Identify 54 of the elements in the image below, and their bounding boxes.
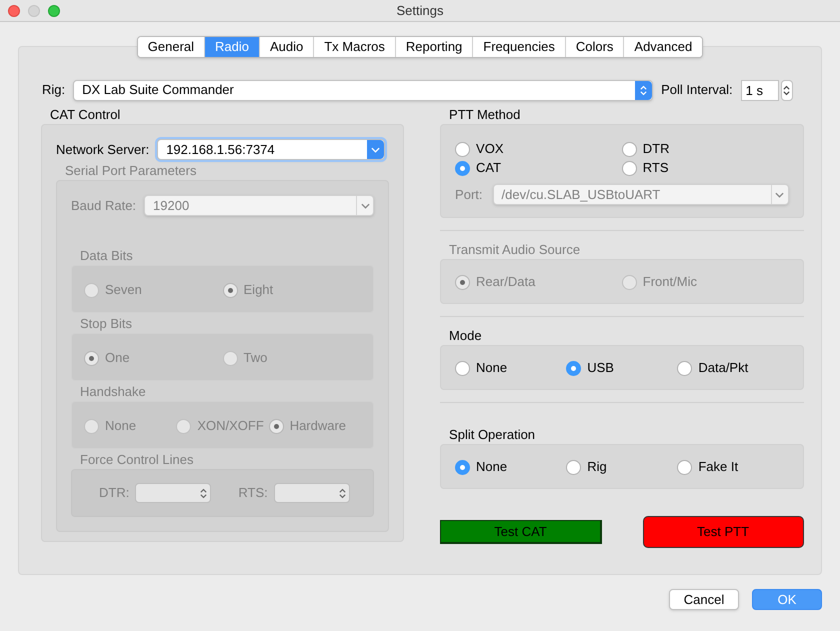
radio-button[interactable]: DTR — [622, 140, 789, 158]
close-button[interactable] — [8, 5, 20, 17]
radio-button[interactable]: None — [455, 458, 566, 476]
field-label: Baud Rate: — [71, 196, 136, 215]
radio-button[interactable]: USB — [566, 359, 678, 377]
field-label: DTR: — [99, 484, 130, 502]
tab[interactable]: Frequencies — [472, 37, 565, 57]
window-title: Settings — [396, 2, 444, 18]
group-title: PTT Method — [448, 108, 522, 122]
dialog-button[interactable]: Cancel — [669, 589, 739, 610]
zoom-button[interactable] — [48, 5, 60, 17]
tab[interactable]: General — [138, 37, 204, 57]
field-label: Rig: — [42, 81, 66, 100]
group-title: Mode — [448, 329, 483, 343]
radio-button[interactable]: Fake It — [677, 458, 789, 476]
minimize-button[interactable] — [28, 5, 40, 17]
network-server-dropdown[interactable]: 192.168.1.56:7374 — [157, 139, 386, 160]
radio-button[interactable]: VOX — [455, 140, 622, 158]
up-down-icon — [338, 488, 346, 498]
tab[interactable]: Audio — [258, 37, 314, 57]
up-down-icon — [640, 84, 648, 96]
rts-dropdown[interactable] — [274, 483, 350, 503]
tab[interactable]: Advanced — [623, 37, 702, 57]
test-button[interactable]: Test CAT — [440, 520, 602, 544]
field-label: Poll Interval: — [661, 81, 733, 100]
stepper[interactable] — [780, 80, 793, 100]
chevron-down-icon — [775, 192, 784, 198]
up-down-icon — [200, 488, 208, 498]
field-label: Network Server: — [56, 140, 150, 159]
group-title: Transmit Audio Source — [448, 243, 582, 257]
radio-button[interactable]: None — [455, 359, 566, 377]
group-title: Force Control Lines — [79, 453, 194, 467]
field-label: RTS: — [238, 484, 268, 502]
up-down-icon — [783, 84, 790, 96]
group-title: CAT Control — [49, 108, 122, 122]
group-title: Handshake — [79, 385, 147, 399]
radio-button[interactable]: Data/Pkt — [677, 359, 789, 377]
test-button[interactable]: Test PTT — [642, 516, 804, 548]
tab[interactable]: Tx Macros — [313, 37, 395, 57]
rig-dropdown[interactable]: DX Lab Suite Commander — [73, 80, 654, 100]
field-label: Port: — [455, 186, 483, 204]
chevron-down-icon — [360, 202, 370, 208]
tab[interactable]: Colors — [564, 37, 624, 57]
group-title: Stop Bits — [79, 317, 134, 331]
radio-button[interactable]: Rig — [566, 458, 678, 476]
group-title: Serial Port Parameters — [64, 164, 198, 178]
radio-button[interactable]: RTS — [622, 159, 789, 177]
poll-interval-field[interactable]: 1 s — [740, 80, 779, 100]
group-title: Data Bits — [79, 249, 134, 263]
group-title: Split Operation — [448, 428, 536, 442]
chevron-down-icon — [371, 146, 380, 152]
radio-button[interactable]: CAT — [455, 159, 622, 177]
dtr-dropdown[interactable] — [135, 483, 212, 503]
tab[interactable]: Reporting — [394, 37, 472, 57]
